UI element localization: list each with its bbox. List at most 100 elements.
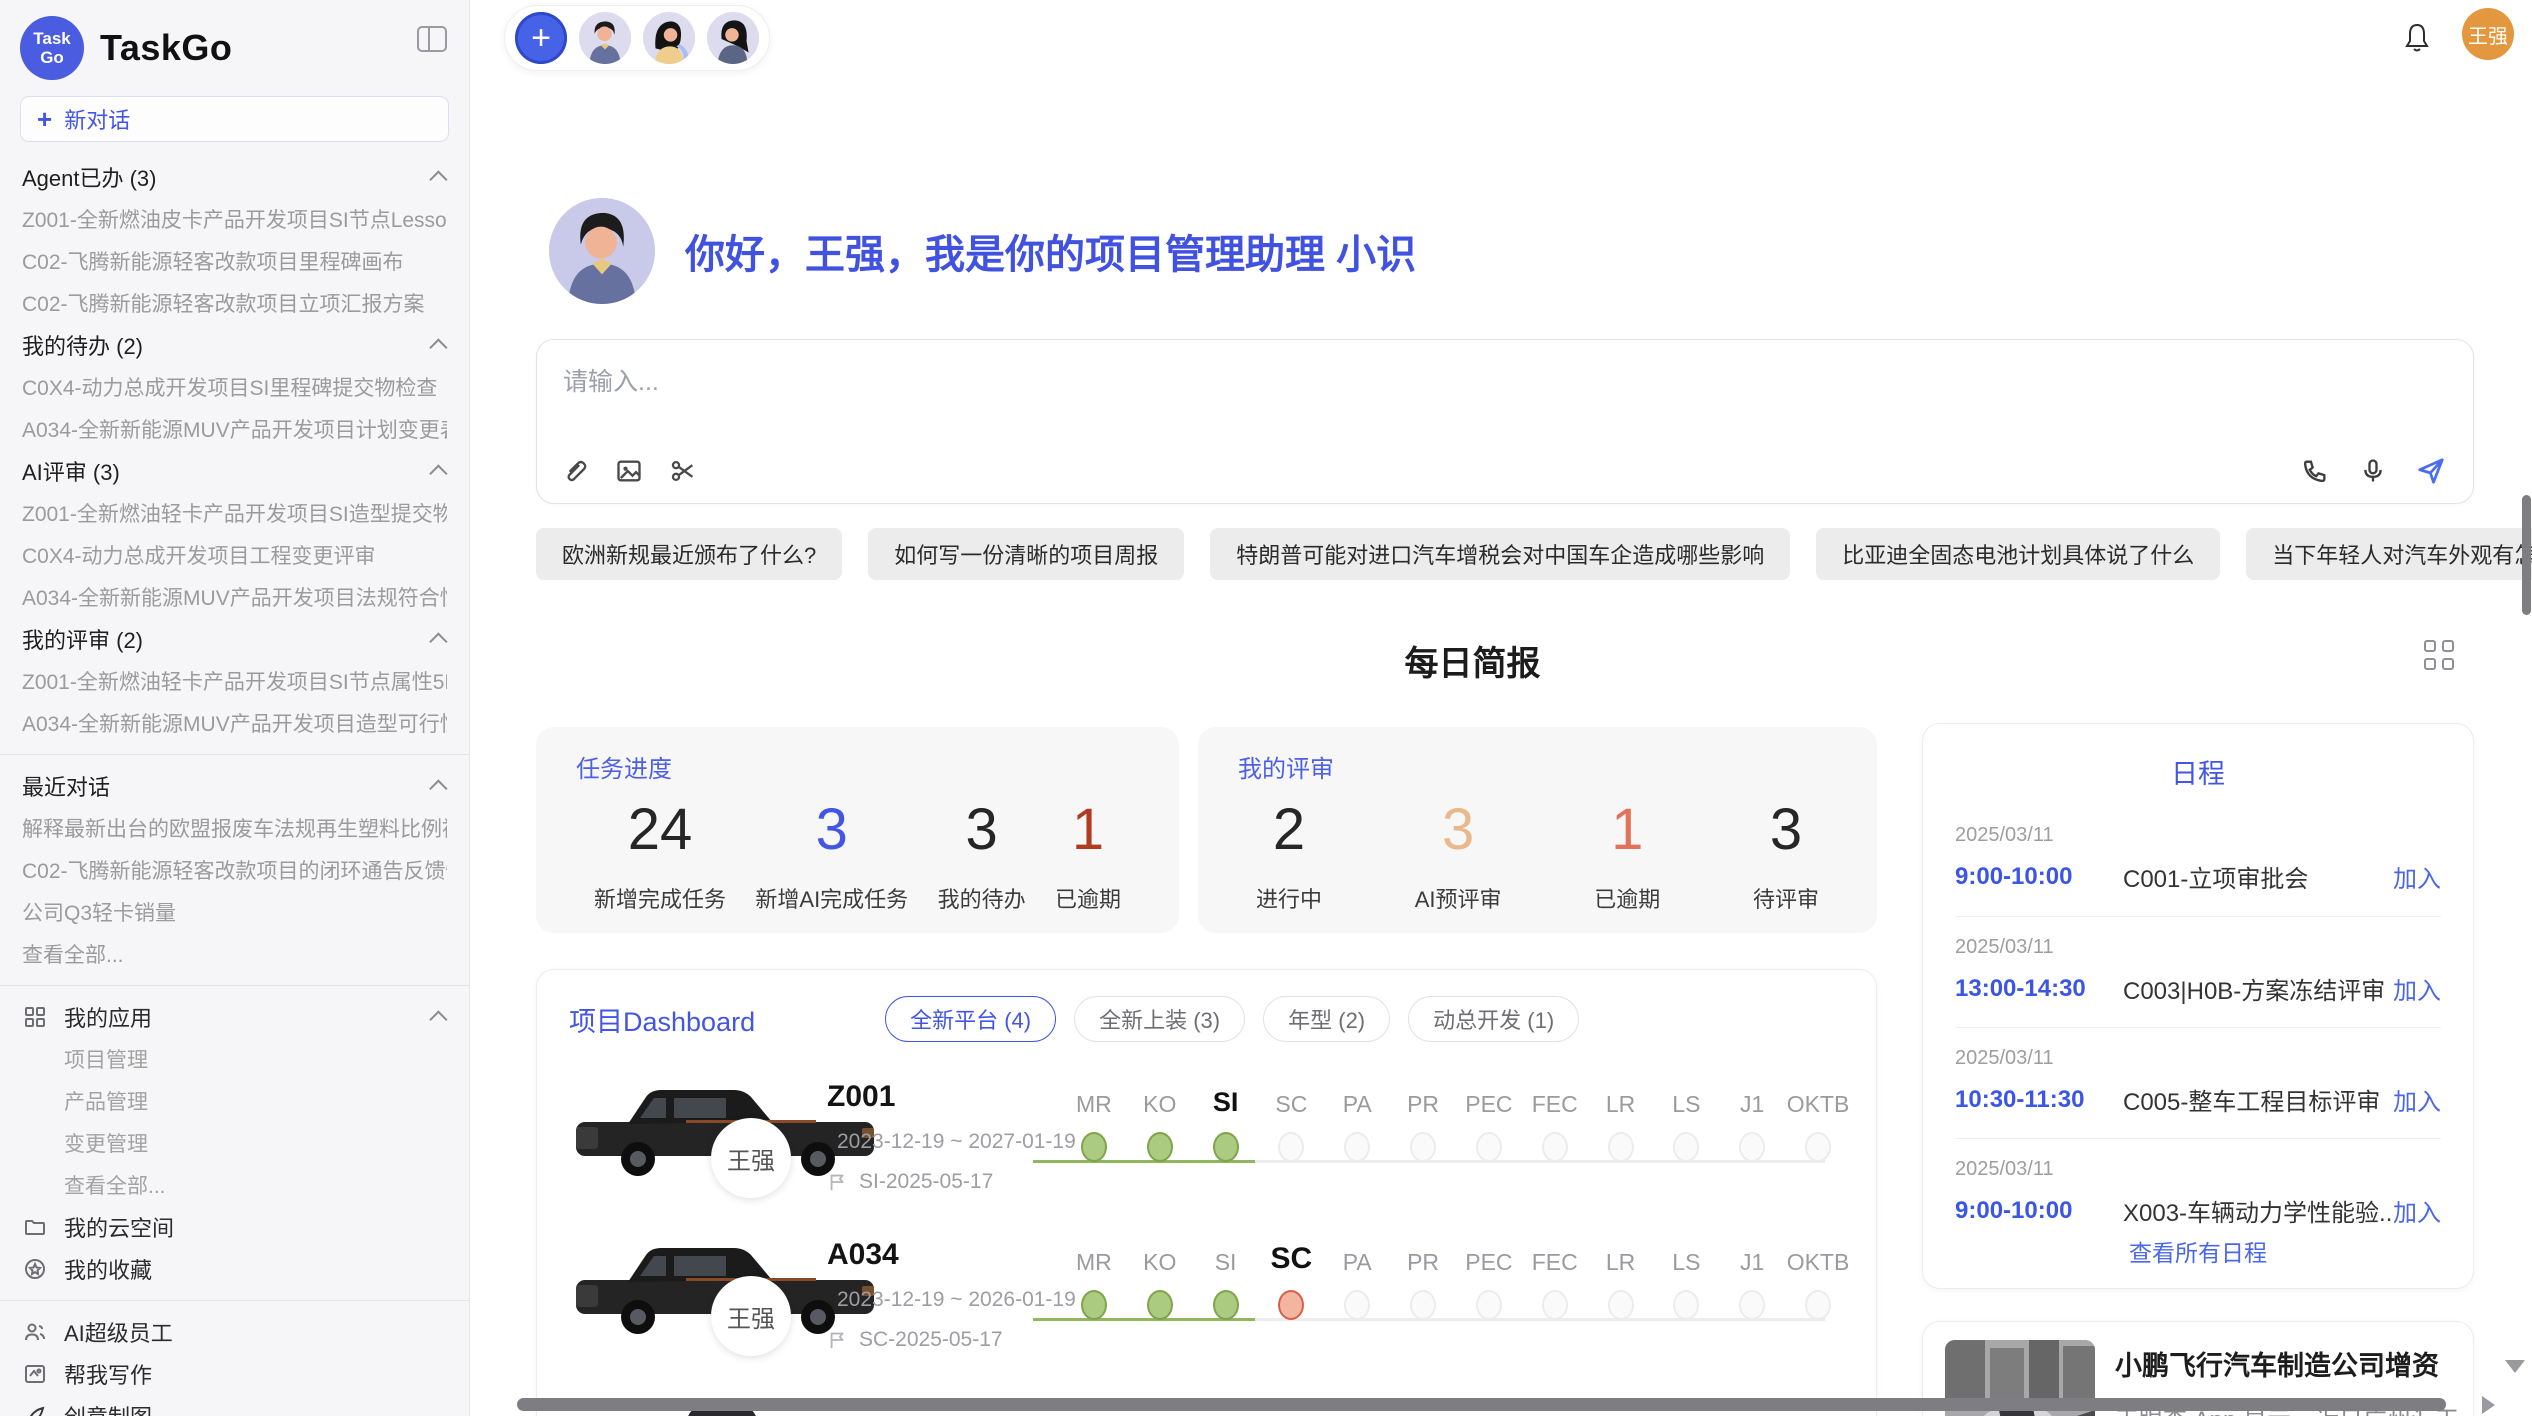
list-item[interactable]: C0X4-动力总成开发项目SI里程碑提交物检查 — [22, 366, 447, 408]
milestone: PR — [1390, 1078, 1456, 1162]
layout-grid-icon[interactable] — [2424, 640, 2454, 670]
event-date: 2025/03/11 — [1955, 936, 2441, 959]
chevron-up-icon[interactable] — [429, 1010, 447, 1028]
section-recent-chats[interactable]: 最近对话 — [22, 765, 447, 807]
milestone-dot — [1608, 1132, 1634, 1162]
help-me-write[interactable]: 帮我写作 — [0, 1353, 469, 1395]
stat-new-done: 24 新增完成任务 — [594, 798, 726, 914]
user-avatar[interactable]: 王强 — [2462, 8, 2514, 60]
news-title: 小鹏飞行汽车制造公司增资 — [2115, 1344, 2453, 1383]
view-all-schedule-link[interactable]: 查看所有日程 — [1923, 1234, 2473, 1268]
new-chat-button[interactable]: + 新对话 — [20, 96, 449, 142]
chat-input-card[interactable]: 请输入... — [536, 339, 2474, 504]
list-item[interactable]: C02-飞腾新能源轻客改款项目里程碑画布 — [22, 240, 447, 282]
list-item[interactable]: 解释最新出台的欧盟报废车法规再生塑料比例被调至15%... — [22, 807, 447, 849]
app-item-view-all[interactable]: 查看全部... — [0, 1164, 469, 1206]
join-link[interactable]: 加入 — [2393, 971, 2441, 1006]
view-all-chats[interactable]: 查看全部... — [22, 933, 447, 975]
app-item-change-mgmt[interactable]: 变更管理 — [0, 1122, 469, 1164]
filter-year-model[interactable]: 年型 (2) — [1263, 996, 1390, 1042]
avatar-assistant-3[interactable] — [707, 12, 759, 64]
project-row-z001[interactable]: 王强 Z001 2023-12-19 ~ 2027-01-19 SI-2025-… — [537, 1066, 1876, 1224]
my-cloud-space[interactable]: 我的云空间 — [0, 1206, 469, 1248]
list-item[interactable]: Z001-全新燃油轻卡产品开发项目SI节点属性5D文件评审 — [22, 660, 447, 702]
notification-bell-icon[interactable] — [2402, 22, 2432, 54]
hero: 你好，王强，我是你的项目管理助理 小识 — [549, 198, 1416, 304]
avatar-assistant-1[interactable] — [579, 12, 631, 64]
project-row-a034[interactable]: 王强 A034 2023-12-19 ~ 2026-01-19 SC-2025-… — [537, 1224, 1876, 1382]
join-link[interactable]: 加入 — [2393, 1082, 2441, 1117]
filter-all-platform[interactable]: 全新平台 (4) — [885, 996, 1056, 1042]
dashboard-title: 项目Dashboard — [569, 1000, 755, 1039]
scroll-right-arrow[interactable] — [2482, 1396, 2495, 1414]
chevron-up-icon[interactable] — [429, 170, 447, 188]
list-item[interactable]: 公司Q3轻卡销量 — [22, 891, 447, 933]
scroll-down-arrow[interactable] — [2505, 1360, 2525, 1373]
section-my-todo[interactable]: 我的待办 (2) — [22, 324, 447, 366]
chevron-up-icon[interactable] — [429, 779, 447, 797]
list-item[interactable]: A034-全新新能源MUV产品开发项目法规符合性评审 — [22, 576, 447, 618]
scissors-icon[interactable] — [667, 455, 699, 487]
join-link[interactable]: 加入 — [2393, 859, 2441, 894]
join-link[interactable]: 加入 — [2393, 1193, 2441, 1228]
milestone-dot — [1805, 1290, 1831, 1320]
image-upload-icon[interactable] — [613, 455, 645, 487]
project-info: A034 2023-12-19 ~ 2026-01-19 SC-2025-05-… — [827, 1238, 1057, 1352]
app-item-product-mgmt[interactable]: 产品管理 — [0, 1080, 469, 1122]
milestone: SI — [1193, 1236, 1259, 1320]
app-item-project-mgmt[interactable]: 项目管理 — [0, 1038, 469, 1080]
voice-call-icon[interactable] — [2299, 455, 2331, 487]
horizontal-scrollbar[interactable] — [517, 1398, 2446, 1411]
suggestion-chip[interactable]: 比亚迪全固态电池计划具体说了什么 — [1816, 528, 2220, 580]
chevron-up-icon[interactable] — [429, 464, 447, 482]
suggestion-chip[interactable]: 如何写一份清晰的项目周报 — [868, 528, 1184, 580]
my-apps-header[interactable]: 我的应用 — [0, 996, 469, 1038]
list-item[interactable]: C0X4-动力总成开发项目工程变更评审 — [22, 534, 447, 576]
milestone-dot — [1476, 1132, 1502, 1162]
vertical-scrollbar[interactable] — [2522, 495, 2531, 615]
send-icon[interactable] — [2415, 455, 2447, 487]
section-my-review[interactable]: 我的评审 (2) — [22, 618, 447, 660]
avatar-assistant-2[interactable] — [643, 12, 695, 64]
milestone: FEC — [1522, 1078, 1588, 1162]
logo-line2: Go — [40, 48, 64, 67]
star-badge-icon — [22, 1256, 48, 1282]
suggestion-chip[interactable]: 特朗普可能对进口汽车增税会对中国车企造成哪些影响 — [1210, 528, 1790, 580]
schedule-title: 日程 — [1923, 752, 2473, 791]
suggestion-chip[interactable]: 当下年轻人对汽车外观有怎样的喜好趋势 — [2246, 528, 2532, 580]
list-item[interactable]: C02-飞腾新能源轻客改款项目的闭环通告反馈情况 — [22, 849, 447, 891]
chevron-up-icon[interactable] — [429, 632, 447, 650]
sidebar-collapse-icon[interactable] — [417, 26, 447, 52]
folder-icon — [22, 1214, 48, 1240]
ai-super-staff[interactable]: AI超级员工 — [0, 1311, 469, 1353]
filter-new-body[interactable]: 全新上装 (3) — [1074, 996, 1245, 1042]
list-item[interactable]: C02-飞腾新能源轻客改款项目立项汇报方案 — [22, 282, 447, 324]
list-item[interactable]: A034-全新新能源MUV产品开发项目计划变更表编写 — [22, 408, 447, 450]
plus-icon: + — [37, 104, 52, 135]
milestone: MR — [1061, 1236, 1127, 1320]
milestone: PEC — [1456, 1236, 1522, 1320]
attachment-icon[interactable] — [559, 455, 591, 487]
milestone: SI — [1193, 1078, 1259, 1162]
my-cloud-label: 我的云空间 — [64, 1211, 174, 1243]
microphone-icon[interactable] — [2357, 455, 2389, 487]
milestone: PR — [1390, 1236, 1456, 1320]
my-favorites[interactable]: 我的收藏 — [0, 1248, 469, 1290]
list-item[interactable]: Z001-全新燃油轻卡产品开发项目SI造型提交物评审 — [22, 492, 447, 534]
list-item[interactable]: A034-全新新能源MUV产品开发项目造型可行性评审 — [22, 702, 447, 744]
project-flag-node: SC-2025-05-17 — [827, 1328, 1057, 1352]
milestone-dot — [1673, 1132, 1699, 1162]
creative-drawing[interactable]: 创意制图 — [0, 1395, 469, 1416]
section-agent-done[interactable]: Agent已办 (3) — [22, 156, 447, 198]
filter-powertrain[interactable]: 动总开发 (1) — [1408, 996, 1579, 1042]
suggestion-chip[interactable]: 欧洲新规最近颁布了什么? — [536, 528, 842, 580]
milestone: J1 — [1719, 1078, 1785, 1162]
section-ai-review[interactable]: AI评审 (3) — [22, 450, 447, 492]
stat-in-progress: 2 进行中 — [1256, 798, 1322, 914]
list-item[interactable]: Z001-全新燃油皮卡产品开发项目SI节点Lesson Learn报告 — [22, 198, 447, 240]
milestone: KO — [1127, 1236, 1193, 1320]
section-title: 我的待办 (2) — [22, 329, 143, 361]
add-assistant-button[interactable]: + — [515, 12, 567, 64]
chevron-up-icon[interactable] — [429, 338, 447, 356]
stat-my-todo: 3 我的待办 — [938, 798, 1026, 914]
